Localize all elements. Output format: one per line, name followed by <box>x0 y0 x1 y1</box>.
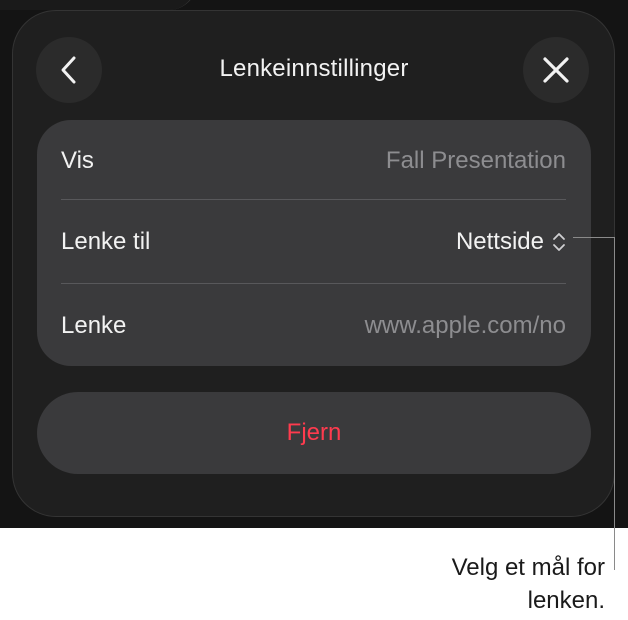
callout-line-1: Velg et mål for <box>451 554 605 581</box>
callout-caption: Velg et mål for lenken. <box>345 551 605 617</box>
link-to-value: Nettside <box>455 228 544 255</box>
settings-group: Vis Fall Presentation Lenke til Nettside… <box>37 120 591 366</box>
chevron-left-icon <box>61 56 76 84</box>
close-button[interactable] <box>523 37 589 103</box>
chevron-up-down-icon <box>553 233 565 251</box>
link-url-row[interactable]: Lenke www.apple.com/no <box>61 285 566 367</box>
link-to-row[interactable]: Lenke til Nettside <box>61 201 566 283</box>
callout-leader-line <box>573 237 615 238</box>
remove-link-button[interactable]: Fjern <box>37 392 591 474</box>
back-button[interactable] <box>36 37 102 103</box>
link-url-label: Lenke <box>61 312 127 339</box>
link-to-popup[interactable]: Nettside <box>456 228 566 256</box>
row-divider <box>61 199 566 200</box>
background-panel <box>0 0 197 10</box>
display-text-label: Vis <box>61 147 94 174</box>
link-to-label: Lenke til <box>61 228 151 255</box>
dialog-title: Lenkeinnstillinger <box>219 55 409 82</box>
row-divider <box>61 283 566 284</box>
callout-line-2: lenken. <box>527 587 605 614</box>
display-text-value[interactable]: Fall Presentation <box>386 147 566 175</box>
display-text-row[interactable]: Vis Fall Presentation <box>61 120 566 202</box>
close-icon <box>543 57 569 83</box>
callout-leader-line-vertical <box>614 237 615 570</box>
link-url-field[interactable]: www.apple.com/no <box>365 312 566 340</box>
app-screen: Lenkeinnstillinger Vis Fall Presentation… <box>0 0 628 528</box>
